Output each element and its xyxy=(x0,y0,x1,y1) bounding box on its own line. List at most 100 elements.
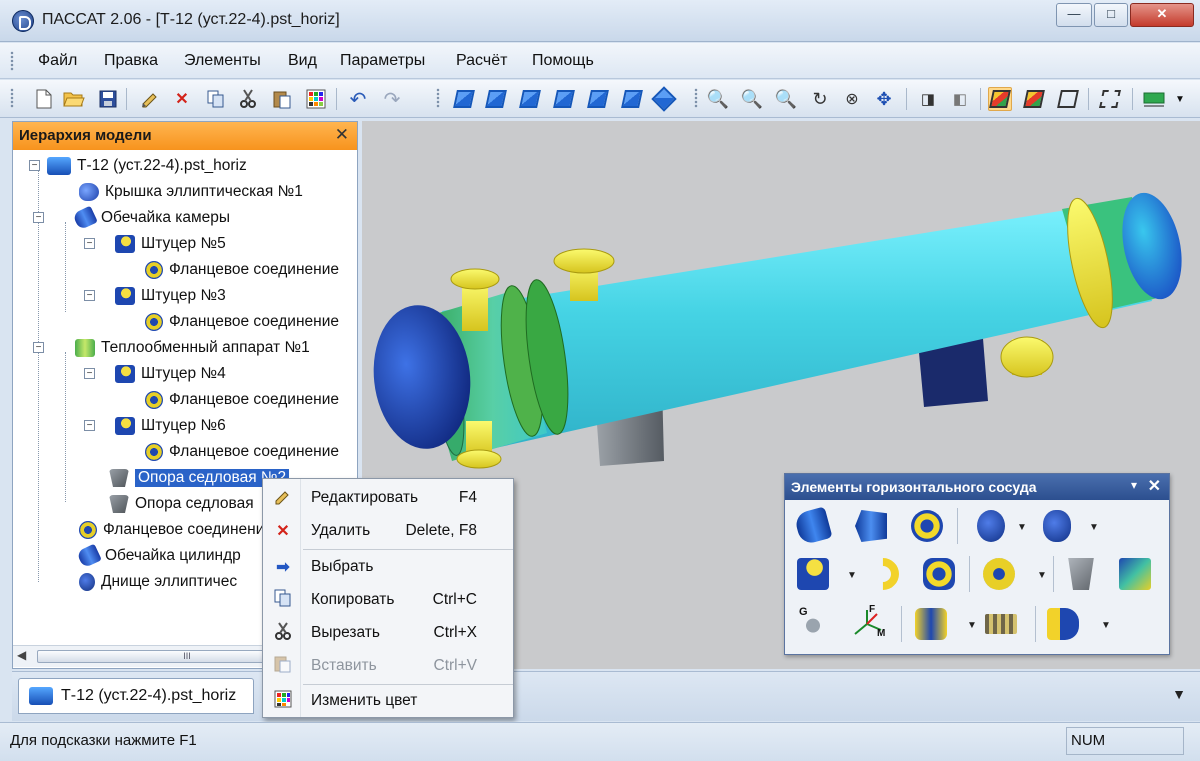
copy-icon[interactable] xyxy=(204,87,228,111)
tree-item-root[interactable]: − Т-12 (уст.22-4).pst_horiz xyxy=(29,154,247,178)
zoom-icon[interactable]: 🔍 xyxy=(774,87,798,111)
menu-calculation[interactable]: Расчёт xyxy=(456,52,507,70)
chevron-down-icon[interactable]: ▼ xyxy=(1017,522,1027,533)
render-color-icon[interactable] xyxy=(1022,87,1046,111)
open-icon[interactable] xyxy=(62,87,86,111)
pan-icon[interactable]: ✥ xyxy=(872,87,896,111)
plate-icon[interactable] xyxy=(1115,554,1155,594)
close-icon[interactable]: ✕ xyxy=(335,125,349,145)
context-item-change-color[interactable]: Изменить цвет xyxy=(263,686,513,716)
document-tab[interactable]: Т-12 (уст.22-4).pst_horiz xyxy=(18,678,254,714)
context-item-delete[interactable]: ✕ Удалить Delete, F8 xyxy=(263,516,513,546)
paste-icon[interactable] xyxy=(270,87,294,111)
rotate-icon[interactable]: ↻ xyxy=(808,87,832,111)
collapse-expander[interactable]: − xyxy=(84,290,95,301)
render-solid-icon[interactable] xyxy=(988,87,1012,111)
zoom-fit-icon[interactable]: 🔍 xyxy=(740,87,764,111)
nozzle-icon[interactable] xyxy=(793,554,833,594)
cylindrical-shell-icon[interactable] xyxy=(793,506,833,546)
tree-item[interactable]: Обечайка цилиндр xyxy=(76,543,241,569)
close-window-button[interactable]: ✕ xyxy=(1130,3,1194,27)
tree-item[interactable]: Фланцевое соединение xyxy=(135,388,339,412)
section-icon[interactable] xyxy=(1098,87,1122,111)
view-bottom-icon[interactable] xyxy=(620,87,644,111)
chevron-down-icon[interactable]: ▼ xyxy=(1089,522,1099,533)
context-item-paste[interactable]: Вставить Ctrl+V xyxy=(263,651,513,681)
cut-icon[interactable] xyxy=(236,87,260,111)
menubar-grip[interactable] xyxy=(10,51,14,71)
menu-elements[interactable]: Элементы xyxy=(184,52,261,70)
chevron-down-icon[interactable]: ▾ xyxy=(1131,478,1137,492)
expansion-joint-icon[interactable] xyxy=(919,554,959,594)
chevron-down-icon[interactable]: ▼ xyxy=(1101,620,1111,631)
undo-icon[interactable]: ↶ xyxy=(346,87,370,111)
compensator-icon[interactable] xyxy=(911,604,951,644)
forces-moments-icon[interactable]: F M xyxy=(847,604,887,644)
shade-icon[interactable]: ◨ xyxy=(916,87,940,111)
tree-item[interactable]: Крышка эллиптическая №1 xyxy=(57,180,303,204)
tree-item[interactable]: Фланцевое соединение xyxy=(135,258,339,282)
conical-shell-icon[interactable] xyxy=(851,506,891,546)
saddle-support-icon[interactable] xyxy=(1061,554,1101,594)
collapse-expander[interactable]: − xyxy=(29,160,40,171)
flat-head-icon[interactable] xyxy=(1037,506,1077,546)
new-icon[interactable] xyxy=(32,87,56,111)
toolbar-grip[interactable] xyxy=(694,88,698,108)
menu-parameters[interactable]: Параметры xyxy=(340,52,425,70)
chevron-down-icon[interactable]: ▼ xyxy=(1037,570,1047,581)
menu-help[interactable]: Помощь xyxy=(532,52,594,70)
maximize-button[interactable]: □ xyxy=(1094,3,1128,27)
collapse-expander[interactable]: − xyxy=(33,342,44,353)
flange-icon[interactable] xyxy=(979,554,1019,594)
menu-view[interactable]: Вид xyxy=(288,52,317,70)
redo-icon[interactable]: ↷ xyxy=(380,87,404,111)
view-iso-icon[interactable] xyxy=(651,86,677,112)
view-top-icon[interactable] xyxy=(586,87,610,111)
collapse-expander[interactable]: − xyxy=(84,420,95,431)
tree-item[interactable]: Фланцевое соединение xyxy=(135,310,339,334)
collapse-expander[interactable]: − xyxy=(84,368,95,379)
tree-item[interactable]: − Штуцер №4 xyxy=(84,362,226,386)
context-item-select[interactable]: ➡ Выбрать xyxy=(263,552,513,582)
context-item-cut[interactable]: Вырезать Ctrl+X xyxy=(263,618,513,648)
tab-list-icon[interactable]: ▼ xyxy=(1172,686,1186,702)
tree-item[interactable]: − Штуцер №5 xyxy=(84,232,226,256)
wireframe-icon[interactable]: ◧ xyxy=(948,87,972,111)
gravity-icon[interactable]: G xyxy=(793,604,833,644)
edit-icon[interactable] xyxy=(138,87,162,111)
chevron-down-icon[interactable]: ▼ xyxy=(847,570,857,581)
view-back-icon[interactable] xyxy=(484,87,508,111)
menu-file[interactable]: Файл xyxy=(38,52,77,70)
tree-item[interactable]: − Обечайка камеры xyxy=(33,205,230,231)
scroll-left-icon[interactable]: ◀ xyxy=(17,648,26,662)
tree-item[interactable]: Фланцевое соединение xyxy=(135,440,339,464)
color-icon[interactable] xyxy=(304,87,328,111)
collapse-expander[interactable]: − xyxy=(84,238,95,249)
tree-item[interactable]: Фланцевое соединение xyxy=(79,518,273,542)
close-icon[interactable]: ✕ xyxy=(1148,476,1161,496)
dimension-icon[interactable] xyxy=(1142,87,1166,111)
cap-icon[interactable] xyxy=(1043,604,1083,644)
ring-icon[interactable] xyxy=(907,506,947,546)
dimension-dropdown-icon[interactable]: ▼ xyxy=(1168,87,1192,111)
elliptical-head-icon[interactable] xyxy=(971,506,1011,546)
view-front-icon[interactable] xyxy=(452,87,476,111)
delete-icon[interactable]: ✕ xyxy=(170,87,194,111)
save-icon[interactable] xyxy=(96,87,120,111)
view-right-icon[interactable] xyxy=(552,87,576,111)
tree-item[interactable]: − Теплообменный аппарат №1 xyxy=(33,336,310,360)
context-item-edit[interactable]: Редактировать F4 xyxy=(263,483,513,513)
elbow-icon[interactable] xyxy=(860,551,906,597)
tree-item[interactable]: − Штуцер №6 xyxy=(84,414,226,438)
zoom-window-icon[interactable]: 🔍 xyxy=(706,87,730,111)
tree-item[interactable]: Опора седловая xyxy=(109,492,254,516)
tree-item[interactable]: Днище эллиптичес xyxy=(79,570,237,594)
toolbar-grip[interactable] xyxy=(436,88,440,108)
chevron-down-icon[interactable]: ▼ xyxy=(967,620,977,631)
toolbar-grip[interactable] xyxy=(10,88,14,108)
tree-item[interactable]: − Штуцер №3 xyxy=(84,284,226,308)
menu-edit[interactable]: Правка xyxy=(104,52,158,70)
palette-header[interactable]: Элементы горизонтального сосуда ▾ ✕ xyxy=(785,474,1169,500)
view-left-icon[interactable] xyxy=(518,87,542,111)
grate-icon[interactable] xyxy=(981,604,1021,644)
